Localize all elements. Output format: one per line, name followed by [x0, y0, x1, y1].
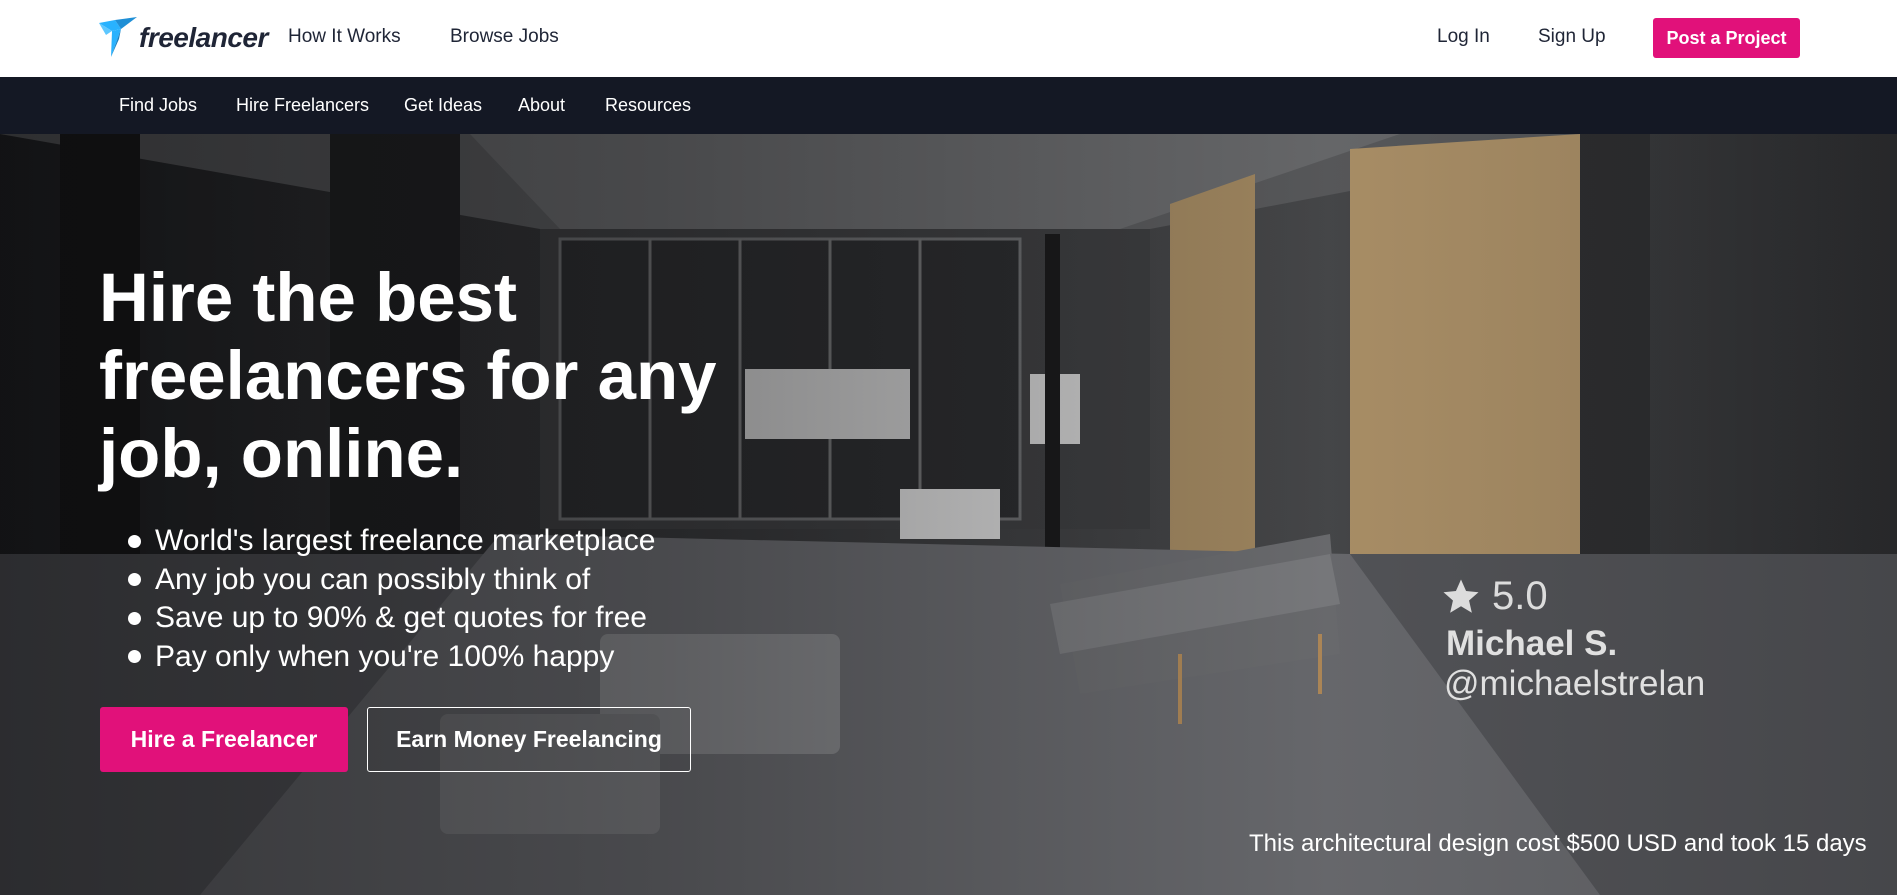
subnav-find-jobs[interactable]: Find Jobs [119, 95, 197, 116]
benefit-text: Any job you can possibly think of [155, 562, 591, 596]
bullet-icon [128, 611, 141, 625]
logo-wordmark: freelancer [139, 22, 268, 53]
secondary-nav: Find Jobs Hire Freelancers Get Ideas Abo… [0, 77, 1897, 134]
benefit-item: Save up to 90% & get quotes for free [128, 599, 655, 638]
top-header: freelancer How It Works Browse Jobs Log … [0, 0, 1897, 77]
benefit-item: Pay only when you're 100% happy [128, 638, 655, 677]
project-rating: 5.0 [1440, 574, 1548, 619]
benefit-item: World's largest freelance marketplace [128, 522, 655, 561]
earn-money-button[interactable]: Earn Money Freelancing [367, 707, 691, 772]
nav-browse-jobs[interactable]: Browse Jobs [450, 26, 559, 48]
star-icon [1443, 579, 1479, 613]
hero-benefits-list: World's largest freelance marketplace An… [128, 522, 655, 676]
benefit-text: World's largest freelance marketplace [155, 524, 656, 558]
hero-headline: Hire the best freelancers for any job, o… [99, 259, 717, 492]
freelancer-handle[interactable]: @michaelstrelan [1444, 664, 1705, 704]
benefit-text: Save up to 90% & get quotes for free [155, 601, 647, 635]
freelancer-logo[interactable]: freelancer [99, 16, 268, 60]
freelancer-name[interactable]: Michael S. [1446, 624, 1617, 664]
hero-section: Hire the best freelancers for any job, o… [0, 134, 1897, 895]
subnav-about[interactable]: About [518, 95, 565, 116]
subnav-hire-freelancers[interactable]: Hire Freelancers [236, 95, 369, 116]
benefit-item: Any job you can possibly think of [128, 561, 655, 600]
signup-link[interactable]: Sign Up [1538, 26, 1606, 48]
rating-value: 5.0 [1492, 574, 1548, 618]
post-project-button[interactable]: Post a Project [1653, 18, 1800, 58]
hire-freelancer-button[interactable]: Hire a Freelancer [100, 707, 348, 772]
project-caption: This architectural design cost $500 USD … [1249, 830, 1867, 857]
subnav-resources[interactable]: Resources [605, 95, 691, 116]
login-link[interactable]: Log In [1437, 26, 1490, 48]
bullet-icon [128, 573, 141, 587]
subnav-get-ideas[interactable]: Get Ideas [404, 95, 482, 116]
nav-how-it-works[interactable]: How It Works [288, 26, 401, 48]
freelancer-bird-logo-icon [99, 17, 137, 57]
bullet-icon [128, 534, 141, 548]
hero-overlay [0, 134, 1897, 895]
bullet-icon [128, 650, 141, 664]
benefit-text: Pay only when you're 100% happy [155, 639, 615, 673]
